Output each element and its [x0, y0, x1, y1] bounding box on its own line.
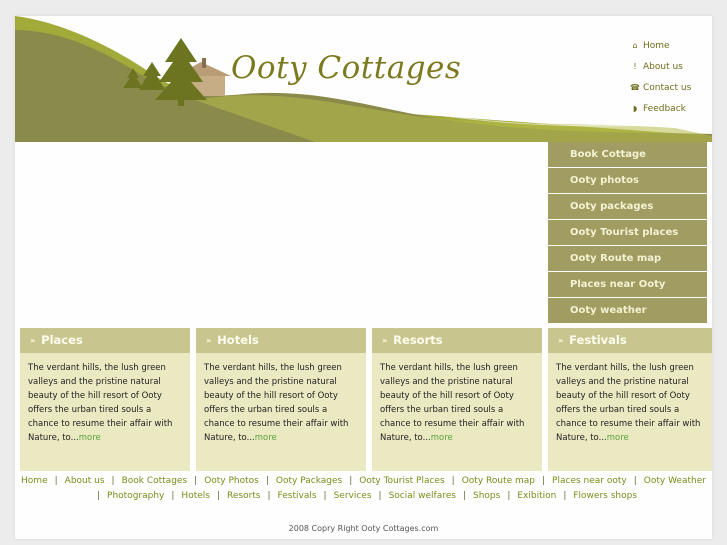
footer-link-shops[interactable]: Shops: [473, 491, 500, 501]
card-header[interactable]: » Places: [20, 328, 190, 353]
side-menu-ooty-packages[interactable]: Ooty packages: [548, 194, 707, 219]
footer-link-hotels[interactable]: Hotels: [181, 491, 210, 501]
separator: |: [378, 491, 382, 501]
top-nav: ⌂ Home ! About us ☎ Contact us ◗ Feedbac…: [629, 35, 691, 119]
more-link[interactable]: more: [431, 433, 453, 443]
separator: |: [507, 491, 511, 501]
side-menu-route-map[interactable]: Ooty Route map: [548, 246, 707, 271]
footer-link-photography[interactable]: Photography: [107, 491, 164, 501]
page: Ooty Cottages ⌂ Home ! About us ☎ Contac…: [15, 16, 712, 539]
card-title: Resorts: [393, 333, 443, 347]
copyright: 2008 Copry Right Ooty Cottages.com: [288, 524, 439, 533]
footer-link-route-map[interactable]: Ooty Route map: [462, 476, 535, 486]
card-text: The verdant hills, the lush green valley…: [204, 363, 349, 443]
separator: |: [265, 476, 269, 486]
side-menu-tourist-places[interactable]: Ooty Tourist places: [548, 220, 707, 245]
top-nav-label: About us: [643, 61, 683, 72]
separator: |: [111, 476, 115, 486]
separator: |: [96, 491, 101, 501]
separator: |: [462, 491, 466, 501]
top-nav-home[interactable]: ⌂ Home: [629, 35, 691, 56]
card-body: The verdant hills, the lush green valley…: [372, 353, 542, 445]
header: Ooty Cottages ⌂ Home ! About us ☎ Contac…: [15, 16, 712, 142]
rss-icon: ◗: [632, 104, 638, 113]
site-logo[interactable]: Ooty Cottages: [231, 50, 461, 86]
card-header[interactable]: » Hotels: [196, 328, 366, 353]
footer-link-book-cottages[interactable]: Book Cottages: [122, 476, 188, 486]
separator: |: [216, 491, 220, 501]
footer-link-ooty-weather[interactable]: Ooty Weather: [644, 476, 706, 486]
separator: |: [563, 491, 567, 501]
card-places: » Places The verdant hills, the lush gre…: [20, 328, 190, 471]
double-chevron-icon: »: [558, 336, 564, 345]
double-chevron-icon: »: [206, 336, 212, 345]
top-nav-about[interactable]: ! About us: [629, 56, 691, 77]
top-nav-label: Feedback: [643, 103, 686, 114]
separator: |: [542, 476, 546, 486]
footer-link-about[interactable]: About us: [65, 476, 105, 486]
card-body: The verdant hills, the lush green valley…: [548, 353, 712, 445]
separator: |: [633, 476, 637, 486]
separator: |: [54, 476, 58, 486]
separator: |: [451, 476, 455, 486]
footer-link-social-welfares[interactable]: Social welfares: [389, 491, 456, 501]
footer-link-exibition[interactable]: Exibition: [517, 491, 556, 501]
side-menu-ooty-weather[interactable]: Ooty weather: [548, 298, 707, 323]
double-chevron-icon: »: [30, 336, 36, 345]
footer-link-ooty-photos[interactable]: Ooty Photos: [204, 476, 259, 486]
more-link[interactable]: more: [79, 433, 101, 443]
card-header[interactable]: » Resorts: [372, 328, 542, 353]
footer-link-festivals[interactable]: Festivals: [278, 491, 317, 501]
card-title: Places: [41, 333, 83, 347]
footer-row: | Photography | Hotels | Resorts | Festivals | Se…: [15, 489, 712, 504]
footer-link-ooty-packages[interactable]: Ooty Packages: [276, 476, 342, 486]
home-icon: ⌂: [632, 41, 638, 50]
top-nav-feedback[interactable]: ◗ Feedback: [629, 98, 691, 119]
card-body: The verdant hills, the lush green valley…: [196, 353, 366, 445]
footer-row: Home | About us | Book Cottages | Ooty Photos |…: [15, 474, 712, 489]
side-menu-ooty-photos[interactable]: Ooty photos: [548, 168, 707, 193]
footer-link-flowers-shops[interactable]: Flowers shops: [573, 491, 637, 501]
separator: |: [323, 491, 327, 501]
footer-links: Home | About us | Book Cottages | Ooty Photos |…: [15, 474, 712, 504]
footer-link-home[interactable]: Home: [21, 476, 48, 486]
side-menu-places-near-ooty[interactable]: Places near Ooty: [548, 272, 707, 297]
more-link[interactable]: more: [607, 433, 629, 443]
feature-cards: » Places The verdant hills, the lush gre…: [20, 328, 712, 471]
card-text: The verdant hills, the lush green valley…: [380, 363, 525, 443]
double-chevron-icon: »: [382, 336, 388, 345]
card-header[interactable]: » Festivals: [548, 328, 712, 353]
card-text: The verdant hills, the lush green valley…: [556, 363, 701, 443]
banner-area: [15, 142, 548, 322]
card-text: The verdant hills, the lush green valley…: [28, 363, 173, 443]
separator: |: [171, 491, 175, 501]
footer-link-places-near-ooty[interactable]: Places near ooty: [552, 476, 627, 486]
footer-link-services[interactable]: Services: [334, 491, 372, 501]
top-nav-label: Home: [643, 40, 670, 51]
card-festivals: » Festivals The verdant hills, the lush …: [548, 328, 712, 471]
more-link[interactable]: more: [255, 433, 277, 443]
card-hotels: » Hotels The verdant hills, the lush gre…: [196, 328, 366, 471]
side-menu: Book Cottage Ooty photos Ooty packages O…: [548, 142, 707, 324]
separator: |: [194, 476, 198, 486]
card-title: Hotels: [217, 333, 259, 347]
card-body: The verdant hills, the lush green valley…: [20, 353, 190, 445]
side-menu-book-cottage[interactable]: Book Cottage: [548, 142, 707, 167]
footer-link-resorts[interactable]: Resorts: [227, 491, 261, 501]
card-title: Festivals: [569, 333, 627, 347]
top-nav-contact[interactable]: ☎ Contact us: [629, 77, 691, 98]
top-nav-label: Contact us: [643, 82, 692, 93]
separator: |: [349, 476, 353, 486]
card-resorts: » Resorts The verdant hills, the lush gr…: [372, 328, 542, 471]
footer-link-tourist-places[interactable]: Ooty Tourist Places: [359, 476, 444, 486]
separator: |: [267, 491, 271, 501]
phone-icon: ☎: [630, 83, 640, 92]
info-icon: !: [633, 62, 637, 71]
